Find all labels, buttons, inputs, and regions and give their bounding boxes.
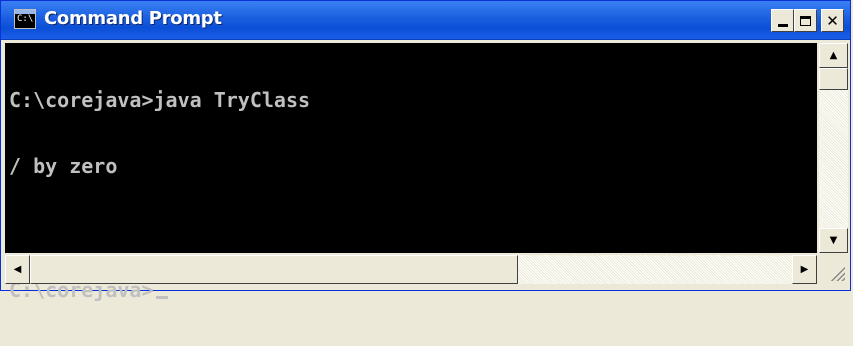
close-icon: ✕: [826, 11, 839, 30]
minimize-button[interactable]: [771, 9, 794, 32]
arrow-down-icon: ▼: [829, 235, 838, 246]
console-icon[interactable]: C:\: [14, 9, 36, 29]
title-bar[interactable]: C:\ Command Prompt ✕: [1, 1, 850, 40]
minimize-icon: [777, 23, 788, 27]
resize-grip-icon: [829, 265, 845, 281]
text-cursor: [155, 296, 168, 299]
resize-grip[interactable]: [819, 255, 848, 284]
arrow-right-icon: ▶: [800, 264, 809, 275]
console-output[interactable]: C:\corejava>java TryClass / by zero C:\c…: [5, 43, 817, 301]
horizontal-scroll-thumb[interactable]: [30, 255, 518, 284]
command-prompt-window: C:\ Command Prompt ✕ C:\corejava>java Tr…: [0, 0, 851, 301]
maximize-button[interactable]: [794, 9, 817, 32]
close-button[interactable]: ✕: [821, 9, 844, 32]
console-icon-text: C:\: [17, 14, 34, 24]
scroll-left-button[interactable]: ◀: [5, 255, 30, 284]
arrow-up-icon: ▲: [829, 50, 838, 61]
maximize-icon: [800, 15, 811, 26]
scroll-right-button[interactable]: ▶: [792, 255, 817, 284]
console-line: / by zero: [9, 154, 118, 178]
scroll-down-button[interactable]: ▼: [819, 228, 848, 253]
console-line: C:\corejava>java TryClass: [9, 88, 311, 112]
window-title: Command Prompt: [44, 8, 222, 29]
arrow-left-icon: ◀: [13, 264, 22, 275]
vertical-scroll-thumb[interactable]: [819, 68, 848, 90]
vertical-scrollbar[interactable]: ▲ ▼: [819, 43, 848, 253]
scroll-up-button[interactable]: ▲: [819, 43, 848, 68]
horizontal-scrollbar[interactable]: ◀ ▶: [5, 255, 817, 284]
